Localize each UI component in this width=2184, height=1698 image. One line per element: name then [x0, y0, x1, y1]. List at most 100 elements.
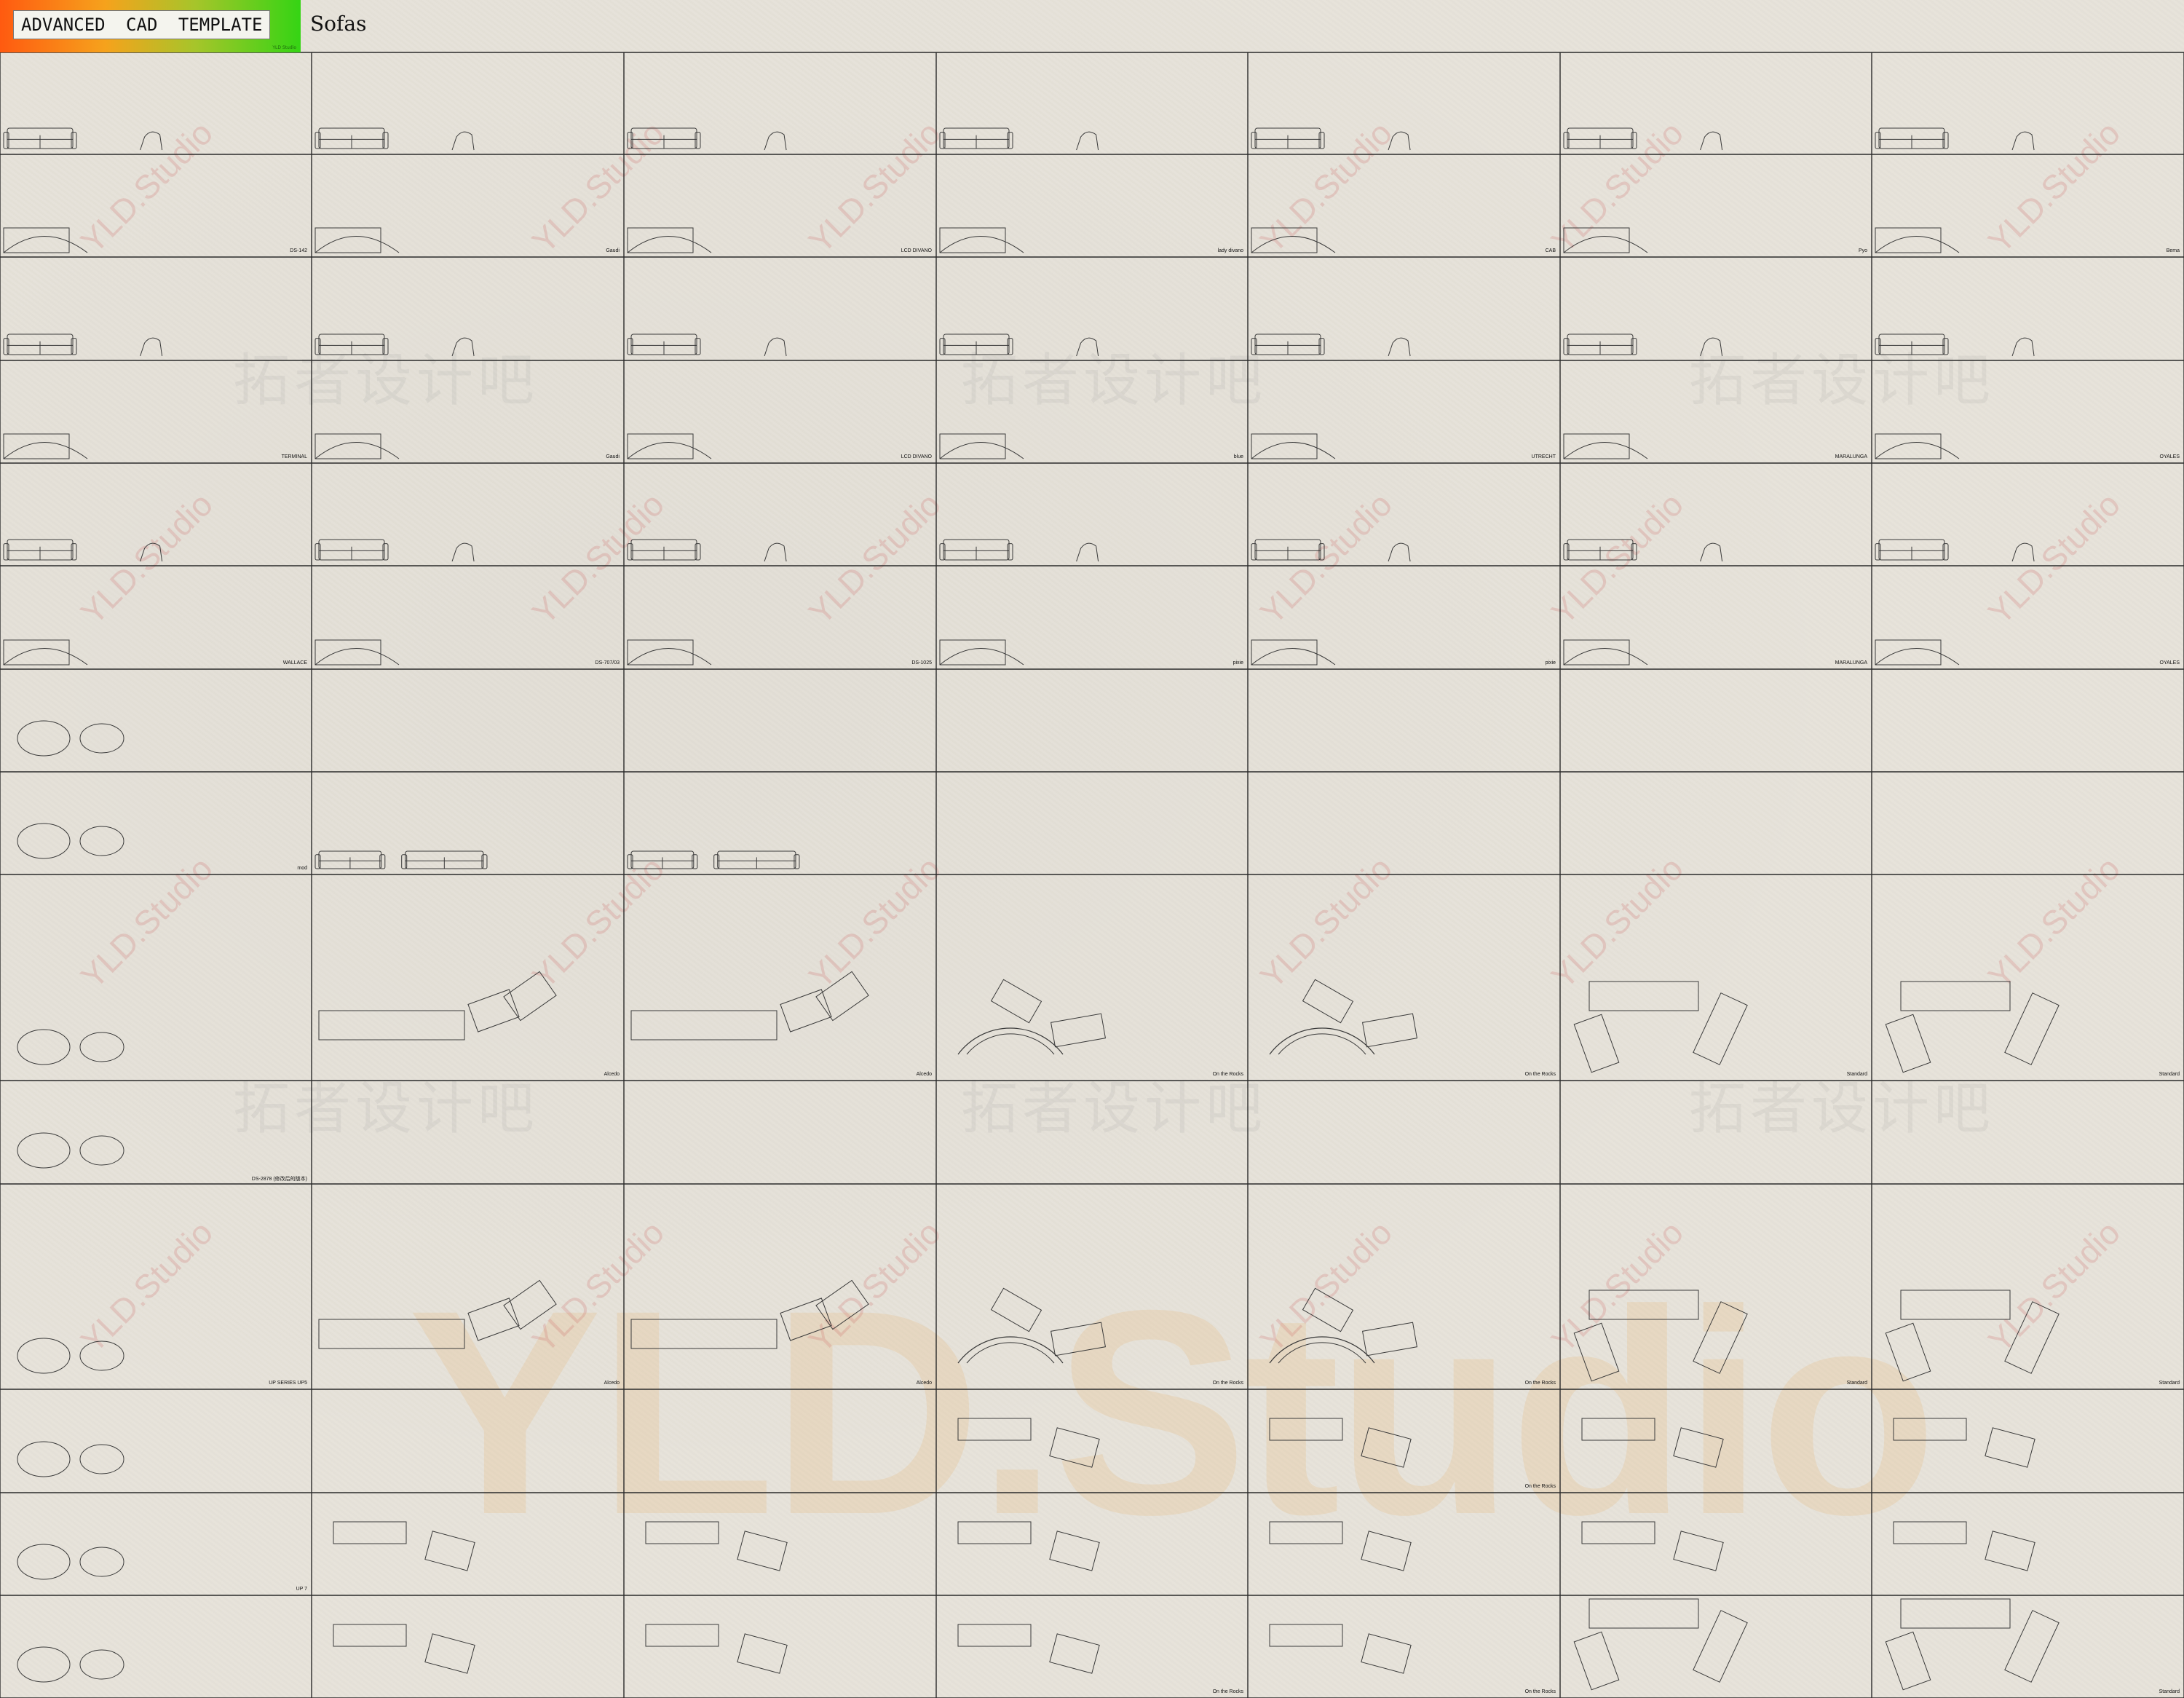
sofa-plan-curve: [1251, 236, 1336, 253]
chair-side: [451, 542, 475, 562]
chair-side: [2011, 131, 2035, 151]
sofa-plan-block: [1693, 1610, 1748, 1683]
curved-sofa: [957, 1336, 1064, 1364]
sofa-plan: [314, 639, 381, 666]
sofa-plan-curve: [939, 442, 1024, 459]
cell-drawing: [1563, 539, 1723, 562]
sofa-plan-curve: [3, 648, 88, 666]
sofa-plan-curve: [1563, 648, 1648, 666]
sofa-arm: [794, 854, 800, 869]
cell-label: Gaudi: [606, 248, 620, 253]
cell-drawing: [957, 1287, 1106, 1364]
cad-sheet: YLD.Studio 拓者设计吧 拓者设计吧 拓者设计吧 拓者设计吧 拓者设计吧…: [0, 0, 2184, 1698]
chair-side: [140, 337, 163, 357]
cell-drawing: [1269, 1418, 1412, 1468]
sofa-plan-block: [1269, 1624, 1343, 1647]
cell-label: blue: [1233, 454, 1243, 459]
sofa-plan-block: [1049, 1427, 1100, 1468]
cell-drawing: [645, 1624, 788, 1674]
lounge-chair: [17, 720, 71, 757]
sofa-arm: [939, 543, 946, 561]
sofa-plan-block: [645, 1624, 719, 1647]
sofa-arm: [1942, 132, 1949, 149]
cell-label: UP 7: [296, 1587, 307, 1592]
sheet-title: Sofas: [310, 12, 367, 36]
sofa-plan-block: [957, 1521, 1032, 1544]
sofa-arm: [1631, 132, 1637, 149]
template-badge: ADVANCED CAD TEMPLATE YLD Studio: [0, 0, 301, 52]
chair-side: [1076, 337, 1099, 357]
cell-drawing: [957, 1624, 1100, 1674]
sofa-plan: [1875, 433, 1942, 459]
lounge-chair: [17, 823, 71, 859]
cell-drawing: [1875, 539, 2035, 562]
cell-label: DS-707/03: [595, 660, 620, 666]
sofa-plan-block: [1693, 992, 1748, 1065]
cell-label: Standard: [1846, 1072, 1867, 1077]
cell-drawing: [939, 227, 1024, 253]
cell-drawing: [1893, 1418, 2035, 1468]
cell-drawing: [333, 1521, 475, 1571]
sofa-plan-block: [2004, 1301, 2060, 1374]
sofa-plan-block: [1573, 1322, 1620, 1382]
cell-drawing: [314, 433, 400, 459]
cell-drawing: [17, 1441, 124, 1477]
sofa-plan: [3, 639, 70, 666]
sofa-arm: [627, 132, 633, 149]
sofa-plan-block: [1362, 1322, 1417, 1357]
chair-side: [1700, 131, 1723, 151]
sofa-plan-curve: [314, 236, 400, 253]
sofa-plan-block: [333, 1624, 407, 1647]
sofa-plan-block: [1361, 1633, 1412, 1674]
chair-side: [1076, 542, 1099, 562]
cell-drawing: [957, 1418, 1100, 1468]
sofa-arm: [692, 854, 698, 869]
cell-drawing: [1563, 127, 1723, 151]
sofa-arm: [382, 132, 389, 149]
curved-sofa: [1269, 1336, 1375, 1364]
cell-drawing: [314, 850, 488, 869]
cell-drawing: [1573, 1598, 1748, 1691]
sofa-plan-block: [630, 1319, 778, 1349]
cell-drawing: [939, 127, 1099, 151]
cell-drawing: [627, 433, 712, 459]
sofa-plan-block: [1302, 1287, 1354, 1332]
sofa-plan-curve: [939, 236, 1024, 253]
sofa-arm: [1563, 338, 1570, 355]
sofa-plan-curve: [1875, 442, 1960, 459]
sofa-arm: [71, 338, 77, 355]
cell-drawing: [957, 979, 1106, 1055]
sofa-plan: [1875, 639, 1942, 666]
cell-drawing: [1563, 227, 1648, 253]
template-label: ADVANCED CAD TEMPLATE: [13, 10, 271, 39]
cell-drawing: [17, 823, 124, 859]
sofa-plan-curve: [1563, 442, 1648, 459]
sofa-plan-block: [1051, 1013, 1106, 1048]
chair-side: [1076, 131, 1099, 151]
sofa-plan-curve: [627, 442, 712, 459]
sofa-plan-block: [1893, 1521, 1967, 1544]
cell-drawing: [957, 1521, 1100, 1571]
sofa-arm: [939, 338, 946, 355]
chair-side: [764, 542, 787, 562]
sofa-plan-curve: [627, 236, 712, 253]
chair-side: [1388, 542, 1411, 562]
lounge-chair: [79, 1547, 124, 1577]
cell-label: Standard: [1846, 1381, 1867, 1386]
chair-side: [140, 131, 163, 151]
sofa-plan-block: [1588, 981, 1699, 1011]
sofa-plan-block: [2004, 1610, 2060, 1683]
sofa-plan-block: [1573, 1014, 1620, 1073]
cell-drawing: [1573, 1290, 1748, 1382]
template-sublabel: YLD Studio: [272, 45, 296, 50]
cell-label: Alcedo: [916, 1072, 932, 1077]
sofa-plan-block: [1581, 1521, 1655, 1544]
sofa-plan-block: [737, 1531, 788, 1571]
sofa-arm: [314, 132, 321, 149]
chair-side: [451, 131, 475, 151]
sofa-arm: [401, 854, 408, 869]
cell-drawing: [1581, 1418, 1724, 1468]
cell-drawing: [627, 850, 800, 869]
cell-label: LCD DIVANO: [901, 248, 932, 253]
cell-drawing: [1893, 1521, 2035, 1571]
